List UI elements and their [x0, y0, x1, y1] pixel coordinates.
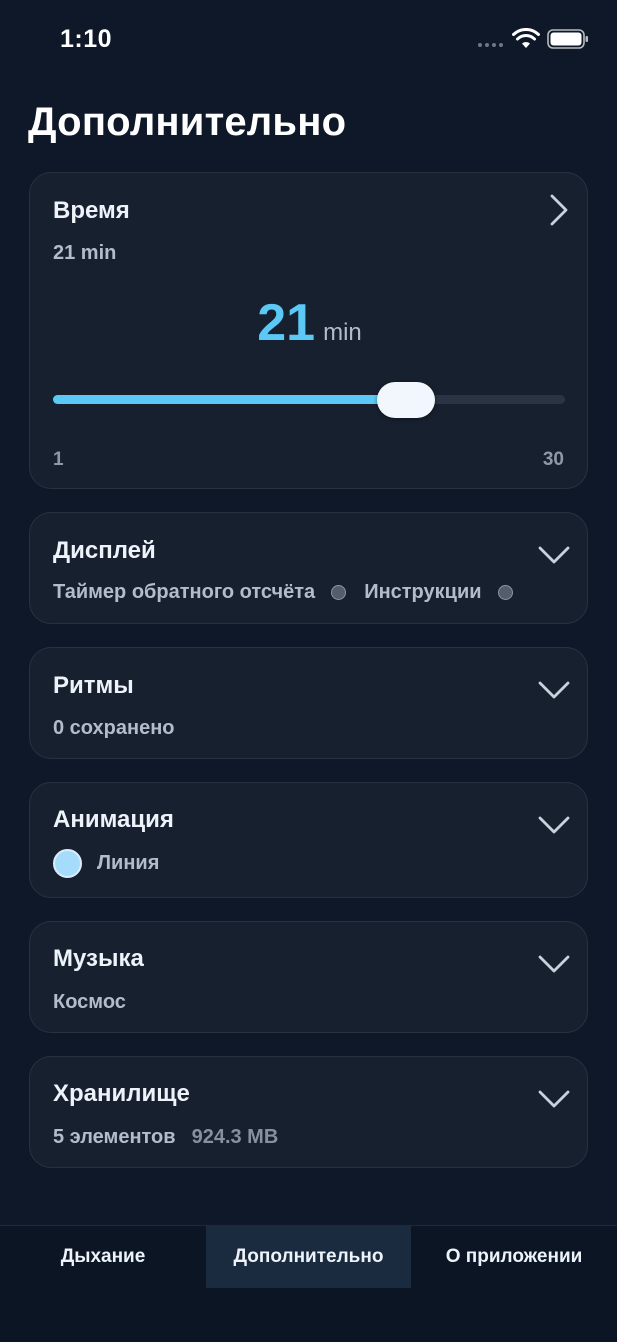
battery-icon [547, 29, 588, 49]
display-card-title: Дисплей [53, 537, 156, 564]
chevron-down-icon[interactable] [538, 954, 570, 974]
music-card-title: Музыка [53, 945, 144, 972]
time-card-title: Время [53, 197, 130, 224]
display-option-instructions-toggle[interactable] [497, 585, 513, 600]
slider-max-label: 30 [542, 449, 564, 470]
page-title: Дополнительно [28, 100, 347, 144]
display-option-countdown-toggle[interactable] [331, 585, 347, 600]
slider-min-label: 1 [53, 449, 64, 470]
wifi-icon [512, 28, 540, 48]
animation-card[interactable]: Анимация Линия [29, 782, 588, 898]
rhythms-card-subtitle: 0 сохранено [53, 717, 175, 739]
time-value: 21 [257, 294, 316, 352]
time-slider[interactable] [53, 382, 565, 418]
display-option-instructions-label: Инструкции [364, 581, 482, 603]
chevron-right-icon[interactable] [548, 193, 570, 227]
animation-selected-indicator[interactable] [53, 849, 82, 878]
storage-items-count: 5 элементов [53, 1126, 176, 1148]
storage-card[interactable]: Хранилище 5 элементов 924.3 MB [29, 1056, 588, 1168]
animation-card-title: Анимация [53, 806, 174, 833]
display-card[interactable]: Дисплей Таймер обратного отсчёта Инструк… [29, 512, 588, 624]
chevron-down-icon[interactable] [538, 1089, 570, 1109]
time-unit: min [323, 319, 362, 346]
music-card[interactable]: Музыка Космос [29, 921, 588, 1033]
time-value-display: 21 min [30, 293, 589, 353]
time-slider-thumb[interactable] [377, 382, 436, 418]
storage-card-subtitle: 5 элементов 924.3 MB [53, 1126, 278, 1149]
time-card-subtitle: 21 min [53, 242, 117, 264]
display-options: Таймер обратного отсчёта Инструкции [53, 581, 531, 604]
display-option-countdown-label: Таймер обратного отсчёта [53, 581, 316, 603]
time-slider-fill [53, 395, 407, 404]
settings-screen: 1:10 Дополнительно Время 21 min 21 min 1 [0, 0, 617, 1342]
chevron-down-icon[interactable] [538, 545, 570, 565]
cellular-signal-icon [478, 43, 503, 47]
chevron-down-icon[interactable] [538, 680, 570, 700]
time-card: Время 21 min 21 min 1 30 [29, 172, 588, 489]
storage-size: 924.3 MB [191, 1126, 279, 1148]
rhythms-card-title: Ритмы [53, 672, 134, 699]
tab-breathing[interactable]: Дыхание [0, 1226, 206, 1288]
music-card-subtitle: Космос [53, 991, 126, 1013]
status-bar: 1:10 [0, 0, 617, 80]
bottom-tab-bar: Дыхание Дополнительно О приложении [0, 1225, 617, 1342]
status-time: 1:10 [60, 25, 113, 53]
chevron-down-icon[interactable] [538, 815, 570, 835]
tab-about[interactable]: О приложении [411, 1226, 617, 1288]
rhythms-card[interactable]: Ритмы 0 сохранено [29, 647, 588, 759]
storage-card-title: Хранилище [53, 1080, 190, 1107]
tab-additional[interactable]: Дополнительно [206, 1226, 411, 1288]
animation-selected-label: Линия [97, 852, 160, 874]
